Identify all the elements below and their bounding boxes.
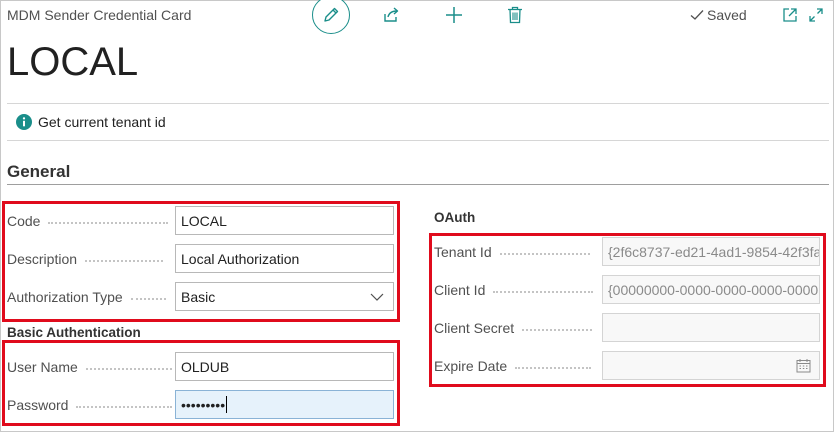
general-section-title[interactable]: General	[7, 162, 70, 182]
plus-icon	[446, 7, 462, 23]
open-new-window-icon	[783, 8, 797, 22]
check-icon	[690, 10, 704, 20]
get-current-tenant-id-action[interactable]: Get current tenant id	[16, 114, 166, 130]
new-button[interactable]	[443, 4, 465, 26]
edit-button[interactable]	[312, 0, 350, 34]
open-in-new-window-button[interactable]	[780, 5, 800, 25]
saved-label: Saved	[707, 7, 747, 23]
expand-icon	[809, 8, 823, 22]
highlight-box-oauth	[429, 233, 826, 387]
edit-icon	[324, 7, 339, 22]
highlight-box-basic-auth	[2, 340, 400, 426]
info-icon	[16, 114, 32, 130]
saved-status: Saved	[690, 7, 747, 23]
delete-button[interactable]	[505, 4, 525, 26]
page-title: LOCAL	[7, 40, 139, 84]
trash-icon	[508, 6, 522, 24]
top-bar: MDM Sender Credential Card Saved	[0, 0, 834, 34]
card-caption: MDM Sender Credential Card	[7, 7, 192, 23]
section-divider	[7, 184, 829, 185]
expand-button[interactable]	[806, 5, 826, 25]
basic-authentication-title: Basic Authentication	[7, 325, 141, 340]
highlight-box-general	[2, 201, 400, 322]
share-button[interactable]	[381, 5, 401, 25]
get-current-tenant-id-label: Get current tenant id	[38, 114, 166, 130]
oauth-title: OAuth	[434, 210, 476, 225]
action-bar: Get current tenant id	[7, 103, 829, 141]
share-icon	[384, 7, 399, 22]
